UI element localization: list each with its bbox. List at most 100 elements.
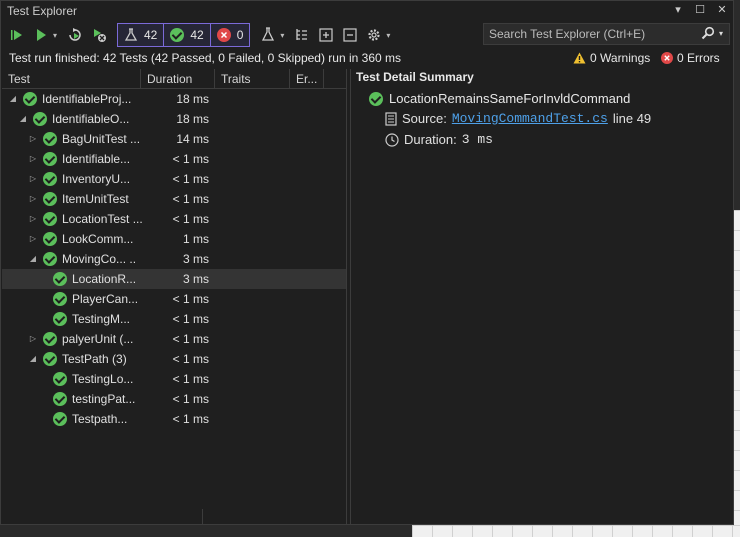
test-name-label: LocationRemainsSameForInvldCommand: [389, 91, 631, 106]
collapsed-chevron-icon[interactable]: ▷: [28, 329, 38, 349]
test-tree-row[interactable]: ◢ IdentifiableProj... 18 ms: [2, 89, 346, 109]
search-dropdown-caret[interactable]: ▾: [719, 29, 723, 38]
settings-dropdown-caret[interactable]: ▾: [386, 31, 394, 40]
expanded-chevron-icon[interactable]: ◢: [28, 349, 38, 369]
test-tree-row[interactable]: ▷ ItemUnitTest < 1 ms: [2, 189, 346, 209]
hierarchy-icon: [296, 29, 308, 40]
test-tree-rows: ◢ IdentifiableProj... 18 ms ◢ IdentifiableO.…: [2, 89, 346, 429]
search-options[interactable]: ▾: [701, 26, 723, 40]
detail-source: Source: MovingCommandTest.cs line 49: [385, 111, 651, 126]
test-tree-row[interactable]: ◢ IdentifiableO... 18 ms: [2, 109, 346, 129]
test-tree-row[interactable]: ▷ BagUnitTest ... 14 ms: [2, 129, 346, 149]
passed-icon: [53, 272, 67, 286]
test-tree-row[interactable]: ▷ palyerUnit (... < 1 ms: [2, 329, 346, 349]
passed-icon: [53, 412, 67, 426]
source-line: line 49: [612, 111, 652, 126]
test-tree-row[interactable]: ◢ TestPath (3) < 1 ms: [2, 349, 346, 369]
collapsed-chevron-icon[interactable]: ▷: [28, 149, 38, 169]
test-tree-row[interactable]: ▷ LookComm... 1 ms: [2, 229, 346, 249]
column-header-error[interactable]: Er...: [290, 69, 324, 89]
passed-tests-filter[interactable]: 42: [164, 24, 211, 46]
test-tree-row[interactable]: Testpath... < 1 ms: [2, 409, 346, 429]
test-tree-row[interactable]: testingPat... < 1 ms: [2, 389, 346, 409]
passed-icon: [43, 232, 57, 246]
close-icon[interactable]: ✕: [715, 3, 729, 16]
flask-icon: [124, 28, 138, 41]
collapsed-chevron-icon[interactable]: ▷: [28, 229, 38, 249]
collapse-all-icon: [343, 28, 358, 42]
test-tree-row[interactable]: LocationR... 3 ms: [2, 269, 346, 289]
column-divider: [202, 509, 203, 525]
test-duration: 18 ms: [176, 112, 209, 126]
test-duration: < 1 ms: [172, 392, 209, 406]
passed-icon: [369, 91, 383, 106]
total-tests-count: 42: [144, 28, 158, 42]
test-name: Identifiable...: [62, 152, 131, 166]
test-tree-row[interactable]: ▷ LocationTest ... < 1 ms: [2, 209, 346, 229]
group-by-button[interactable]: [292, 24, 312, 46]
search-icon: [701, 26, 715, 40]
test-tree-row[interactable]: PlayerCan... < 1 ms: [2, 289, 346, 309]
error-icon: [661, 52, 673, 64]
search-input[interactable]: Search Test Explorer (Ctrl+E): [489, 27, 645, 41]
collapse-all-button[interactable]: [340, 24, 360, 46]
passed-icon: [53, 392, 67, 406]
settings-button[interactable]: [364, 24, 384, 46]
collapsed-chevron-icon[interactable]: ▷: [28, 129, 38, 149]
failed-tests-filter[interactable]: 0: [210, 24, 250, 46]
playlist-dropdown-caret[interactable]: ▾: [280, 31, 288, 40]
run-dropdown-caret[interactable]: ▾: [53, 31, 61, 40]
test-tree-row[interactable]: TestingLo... < 1 ms: [2, 369, 346, 389]
dropdown-arrow-icon[interactable]: ▾: [671, 3, 685, 16]
test-tree-row[interactable]: ▷ Identifiable... < 1 ms: [2, 149, 346, 169]
test-name: LookComm...: [62, 232, 134, 246]
source-label: Source:: [402, 111, 447, 126]
collapsed-chevron-icon[interactable]: ▷: [28, 209, 38, 229]
expanded-chevron-icon[interactable]: ◢: [28, 249, 38, 269]
test-name: Testpath...: [72, 412, 128, 426]
passed-icon: [43, 212, 57, 226]
test-duration: < 1 ms: [172, 192, 209, 206]
passed-icon: [43, 352, 57, 366]
test-counters: 42 42 0: [117, 23, 251, 47]
test-detail-panel: Test Detail Summary LocationRemainsSameF…: [350, 69, 734, 525]
total-tests-filter[interactable]: 42: [118, 24, 165, 46]
source-file-link[interactable]: MovingCommandTest.cs: [452, 111, 608, 126]
collapsed-chevron-icon[interactable]: ▷: [28, 189, 38, 209]
expand-all-button[interactable]: [316, 24, 336, 46]
test-name: ItemUnitTest: [62, 192, 129, 206]
column-header-test[interactable]: Test: [2, 69, 141, 89]
background-designer-grid: [412, 525, 740, 537]
test-duration: < 1 ms: [172, 372, 209, 386]
playlist-button[interactable]: [258, 24, 278, 46]
search-box[interactable]: Search Test Explorer (Ctrl+E) ▾: [483, 23, 730, 45]
warning-icon: [573, 52, 586, 64]
run-all-button[interactable]: [7, 24, 27, 46]
detail-title: Test Detail Summary: [356, 70, 474, 84]
collapsed-chevron-icon[interactable]: ▷: [28, 169, 38, 189]
run-button[interactable]: [31, 24, 51, 46]
cancel-run-button[interactable]: [89, 24, 109, 46]
test-name: IdentifiableProj...: [42, 92, 132, 106]
passed-icon: [43, 332, 57, 346]
test-tree-row[interactable]: ▷ InventoryU... < 1 ms: [2, 169, 346, 189]
detail-test-name: LocationRemainsSameForInvldCommand: [369, 91, 630, 106]
test-tree-row[interactable]: TestingM... < 1 ms: [2, 309, 346, 329]
test-name: IdentifiableO...: [52, 112, 130, 126]
passed-icon: [53, 312, 67, 326]
errors-count: 0 Errors: [677, 51, 720, 65]
expanded-chevron-icon[interactable]: ◢: [18, 109, 28, 129]
expanded-chevron-icon[interactable]: ◢: [8, 89, 18, 109]
maximize-icon[interactable]: ☐: [693, 3, 707, 16]
errors-indicator[interactable]: 0 Errors: [661, 51, 720, 65]
column-header-duration[interactable]: Duration: [141, 69, 215, 89]
test-name: TestingM...: [72, 312, 131, 326]
warnings-indicator[interactable]: 0 Warnings: [573, 51, 650, 65]
test-tree-panel: Test Duration Traits Er... ◢ Identifiable…: [2, 69, 347, 525]
column-header-traits[interactable]: Traits: [215, 69, 290, 89]
window-title: Test Explorer: [7, 4, 78, 18]
test-tree-row[interactable]: ◢ MovingCo... .. 3 ms: [2, 249, 346, 269]
test-duration: < 1 ms: [172, 152, 209, 166]
cancel-run-icon: [94, 29, 106, 42]
repeat-run-button[interactable]: [65, 24, 85, 46]
